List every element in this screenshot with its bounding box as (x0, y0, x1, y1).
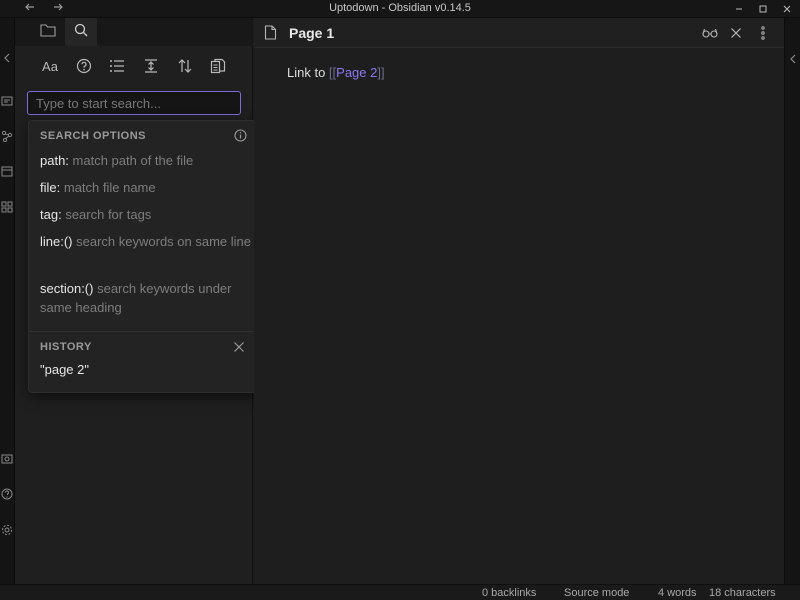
close-window-icon[interactable] (776, 0, 798, 18)
history-item[interactable]: "page 2" (40, 362, 89, 377)
content-text: Link to (287, 65, 329, 80)
match-case-button[interactable]: Aa (39, 56, 61, 76)
chevron-left-icon[interactable] (0, 51, 14, 65)
status-bar: 0 backlinks Source mode 4 words 18 chara… (0, 584, 800, 600)
search-option-section[interactable]: section:() search keywords under same he… (40, 279, 252, 317)
view-header: Page 1 (254, 18, 784, 48)
search-options-heading: SEARCH OPTIONS (40, 130, 147, 142)
popup-divider (29, 331, 265, 332)
list-icon[interactable] (106, 56, 128, 76)
editor-mode[interactable]: Source mode (564, 587, 629, 599)
sort-icon[interactable] (174, 56, 196, 76)
close-tab-icon[interactable] (727, 24, 745, 42)
graph-view-icon[interactable] (0, 129, 14, 143)
backlinks-count[interactable]: 0 backlinks (482, 587, 536, 599)
search-option-line[interactable]: line:() search keywords on same line (40, 232, 252, 251)
chevron-right-sidebar-icon[interactable] (789, 51, 797, 69)
right-ribbon (784, 18, 800, 584)
search-option-file[interactable]: file: match file name (40, 178, 252, 197)
tab-search[interactable] (65, 18, 97, 46)
internal-link[interactable]: Page 2 (336, 65, 377, 80)
minimize-icon[interactable] (728, 0, 750, 18)
help-icon[interactable] (0, 487, 14, 501)
tab-file-explorer[interactable] (32, 18, 64, 46)
history-heading: HISTORY (40, 341, 92, 353)
info-icon[interactable] (234, 129, 247, 147)
window-title: Uptodown - Obsidian v0.14.5 (329, 2, 471, 14)
document-icon (264, 25, 277, 45)
more-options-icon[interactable] (754, 24, 772, 42)
search-icon (74, 23, 88, 42)
reading-view-glasses-icon[interactable] (701, 24, 719, 42)
collapse-icon[interactable] (140, 56, 162, 76)
page-title[interactable]: Page 1 (289, 25, 334, 41)
search-option-tag[interactable]: tag: search for tags (40, 205, 252, 224)
editor-content[interactable]: Link to [[Page 2]] (287, 65, 385, 80)
character-count: 18 characters (709, 587, 776, 599)
word-count: 4 words (658, 587, 697, 599)
title-bar: Uptodown - Obsidian v0.14.5 (0, 0, 800, 18)
help-circle-icon[interactable] (73, 56, 95, 76)
quick-switcher-icon[interactable] (0, 94, 14, 108)
vault-icon[interactable] (0, 452, 14, 466)
editor-pane: Page 1 Link to [[Page 2]] (254, 18, 784, 584)
search-toolbar: Aa (29, 56, 239, 76)
link-close-bracket: ]] (377, 65, 385, 80)
maximize-icon[interactable] (752, 0, 774, 18)
sidebar-tab-bar (15, 18, 253, 46)
copy-icon[interactable] (207, 56, 229, 76)
folder-icon (40, 23, 56, 42)
search-option-path[interactable]: path: match path of the file (40, 151, 252, 170)
search-options-popup: SEARCH OPTIONS path: match path of the f… (28, 120, 266, 393)
plugins-icon[interactable] (0, 200, 14, 214)
calendar-icon[interactable] (0, 164, 14, 178)
clear-history-close-icon[interactable] (233, 340, 245, 358)
left-ribbon (0, 18, 15, 584)
settings-gear-icon[interactable] (0, 523, 14, 537)
search-input[interactable] (27, 91, 241, 115)
